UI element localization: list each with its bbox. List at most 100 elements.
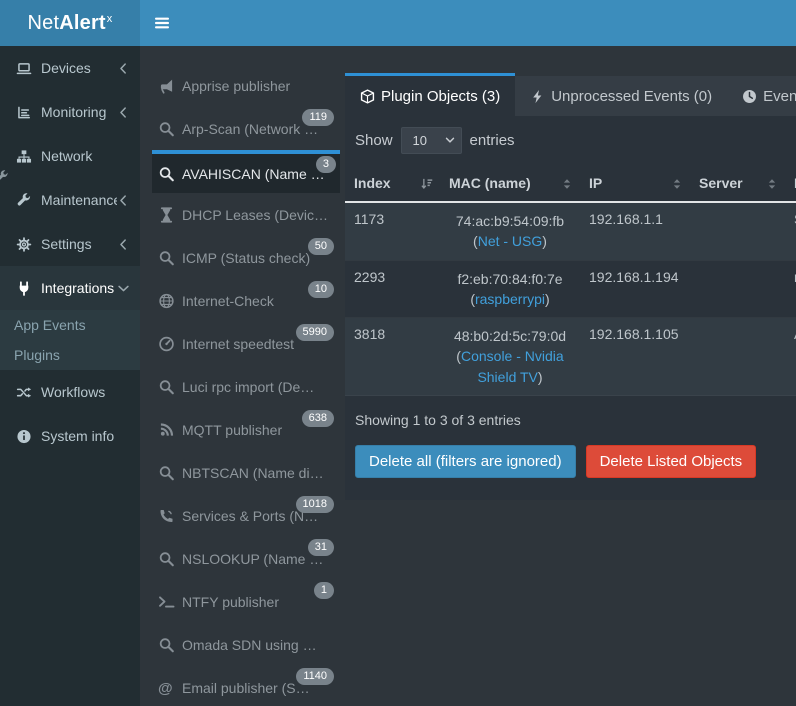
show-label: Show bbox=[355, 132, 393, 149]
search-icon bbox=[158, 121, 175, 137]
device-link[interactable]: Net - USG bbox=[478, 233, 543, 249]
plugin-item-arp-scan[interactable]: Arp-Scan (Network … 119 bbox=[158, 107, 334, 150]
delete-listed-button[interactable]: Delete Listed Objects bbox=[586, 445, 757, 478]
plugin-label: Apprise publisher bbox=[182, 78, 290, 94]
count-badge: 3 bbox=[316, 156, 336, 173]
column-header-server[interactable]: Server bbox=[690, 165, 785, 202]
count-badge: 5990 bbox=[296, 324, 334, 341]
plugin-label: Email publisher (S… bbox=[182, 680, 310, 696]
plugin-item-nslookup[interactable]: NSLOOKUP (Name … 31 bbox=[158, 537, 334, 580]
phone-volume-icon bbox=[158, 508, 175, 524]
bullhorn-icon bbox=[158, 78, 175, 94]
cell-index: 2293 bbox=[345, 260, 440, 318]
plugin-detail-panel: Plugin Objects (3) Unprocessed Events (0… bbox=[345, 73, 796, 500]
terminal-icon bbox=[158, 594, 175, 610]
plugin-item-internet-check[interactable]: Internet-Check 10 bbox=[158, 279, 334, 322]
plugin-label: NBTSCAN (Name di… bbox=[182, 465, 324, 481]
top-navbar: NetAlertx bbox=[0, 0, 796, 46]
sidebar-item-network[interactable]: Network bbox=[0, 134, 140, 178]
tab-events-history[interactable]: Events History (6) bbox=[727, 76, 796, 116]
plugin-item-luci-rpc-import[interactable]: Luci rpc import (De… bbox=[158, 365, 334, 408]
tab-bar: Plugin Objects (3) Unprocessed Events (0… bbox=[345, 73, 796, 116]
plugin-objects-table: Index MAC (name) IP bbox=[345, 165, 796, 396]
plugin-label: Internet speedtest bbox=[182, 336, 294, 352]
plugin-item-ntfy-publisher[interactable]: NTFY publisher 1 bbox=[158, 580, 334, 623]
plugin-item-nbtscan[interactable]: NBTSCAN (Name di… bbox=[158, 451, 334, 494]
logo-text-prefix: Net bbox=[27, 12, 59, 35]
sidebar-item-workflows[interactable]: Workflows bbox=[0, 370, 140, 414]
table-row[interactable]: 1173 74:ac:b9:54:09:fb (Net - USG) 192.1… bbox=[345, 202, 796, 260]
at-icon: @ bbox=[158, 680, 175, 696]
cube-icon bbox=[360, 89, 375, 104]
sidebar-item-integrations[interactable]: Integrations bbox=[0, 266, 140, 310]
sidebar-item-maintenance[interactable]: Maintenance bbox=[0, 178, 140, 222]
delete-all-button[interactable]: Delete all (filters are ignored) bbox=[355, 445, 576, 478]
sidebar: Devices Monitoring Network Maintenance S… bbox=[0, 46, 140, 706]
plugin-item-email-publisher[interactable]: @ Email publisher (S… 1140 bbox=[158, 666, 334, 706]
plugin-item-dhcp-leases[interactable]: DHCP Leases (Devic… bbox=[158, 193, 334, 236]
rss-icon bbox=[158, 422, 175, 438]
device-link[interactable]: Console - Nvidia Shield TV bbox=[461, 348, 564, 384]
plugin-label: Omada SDN using … bbox=[182, 637, 317, 653]
plugin-item-icmp[interactable]: ICMP (Status check) 50 bbox=[158, 236, 334, 279]
sidebar-item-monitoring[interactable]: Monitoring bbox=[0, 90, 140, 134]
info-icon bbox=[14, 429, 34, 444]
shuffle-icon bbox=[14, 385, 34, 400]
plugin-label: NTFY publisher bbox=[182, 594, 279, 610]
sidebar-item-settings[interactable]: Settings bbox=[0, 222, 140, 266]
mac-address: 74:ac:b9:54:09:fb bbox=[449, 211, 571, 231]
plugin-item-apprise-publisher[interactable]: Apprise publisher bbox=[158, 64, 334, 107]
table-row[interactable]: 2293 f2:eb:70:84:f0:7e (raspberrypi) 192… bbox=[345, 260, 796, 318]
sidebar-subitem-plugins[interactable]: Plugins bbox=[0, 340, 140, 370]
cell-index: 1173 bbox=[345, 202, 440, 260]
cell-mac-name: 74:ac:b9:54:09:fb (Net - USG) bbox=[440, 202, 580, 260]
tab-content: Show 10 entries Index bbox=[345, 116, 796, 500]
sidebar-toggle-button[interactable] bbox=[154, 15, 170, 31]
count-badge: 31 bbox=[308, 539, 334, 556]
count-badge: 119 bbox=[302, 109, 334, 126]
table-length-control: Show 10 entries bbox=[355, 127, 796, 154]
cell-server bbox=[690, 260, 785, 318]
chart-icon bbox=[14, 105, 34, 120]
docs-link[interactable]: Read more in the docs. bbox=[641, 499, 786, 500]
search-icon bbox=[158, 551, 175, 567]
logo-text-bold: Alert bbox=[59, 12, 106, 35]
page-size-select[interactable]: 10 bbox=[401, 127, 462, 154]
plugin-item-internet-speedtest[interactable]: Internet speedtest 5990 bbox=[158, 322, 334, 365]
globe-icon bbox=[158, 293, 175, 309]
plugin-label: AVAHISCAN (Name … bbox=[182, 166, 325, 182]
plugin-label: DHCP Leases (Devic… bbox=[182, 207, 328, 223]
plugin-item-avahiscan[interactable]: AVAHISCAN (Name … 3 bbox=[152, 150, 340, 193]
subitem-label: App Events bbox=[14, 317, 86, 333]
column-header-index[interactable]: Index bbox=[345, 165, 440, 202]
tab-unprocessed-events[interactable]: Unprocessed Events (0) bbox=[515, 76, 727, 116]
search-icon bbox=[158, 465, 175, 481]
column-header-mac-name[interactable]: MAC (name) bbox=[440, 165, 580, 202]
tab-label: Unprocessed Events (0) bbox=[551, 88, 712, 105]
cell-server bbox=[690, 318, 785, 396]
gear-icon bbox=[14, 237, 34, 252]
device-link[interactable]: raspberrypi bbox=[475, 291, 545, 307]
plugin-item-omada-sdn[interactable]: Omada SDN using … bbox=[158, 623, 334, 666]
table-row[interactable]: 3818 48:b0:2d:5c:79:0d (Console - Nvidia… bbox=[345, 318, 796, 396]
sidebar-subitem-app-events[interactable]: App Events bbox=[0, 310, 140, 340]
sidebar-item-label: Maintenance bbox=[41, 192, 117, 208]
sidebar-item-system-info[interactable]: System info bbox=[0, 414, 140, 458]
count-badge: 1 bbox=[314, 582, 334, 599]
sidebar-item-label: Network bbox=[41, 148, 130, 164]
chevron-left-icon bbox=[117, 194, 130, 207]
count-badge: 1018 bbox=[296, 496, 334, 513]
column-header-ip[interactable]: IP bbox=[580, 165, 690, 202]
column-header-name[interactable]: N bbox=[785, 165, 796, 202]
tab-plugin-objects[interactable]: Plugin Objects (3) bbox=[345, 73, 515, 116]
table-summary: Showing 1 to 3 of 3 entries bbox=[355, 412, 796, 428]
sidebar-item-devices[interactable]: Devices bbox=[0, 46, 140, 90]
subitem-label: Plugins bbox=[14, 347, 60, 363]
app-logo[interactable]: NetAlertx bbox=[0, 0, 140, 46]
count-badge: 1140 bbox=[296, 668, 334, 685]
count-badge: 50 bbox=[308, 238, 334, 255]
plugin-item-mqtt-publisher[interactable]: MQTT publisher 638 bbox=[158, 408, 334, 451]
clock-icon bbox=[742, 89, 757, 104]
plugin-item-services-ports[interactable]: Services & Ports (N… 1018 bbox=[158, 494, 334, 537]
laptop-icon bbox=[14, 61, 34, 76]
